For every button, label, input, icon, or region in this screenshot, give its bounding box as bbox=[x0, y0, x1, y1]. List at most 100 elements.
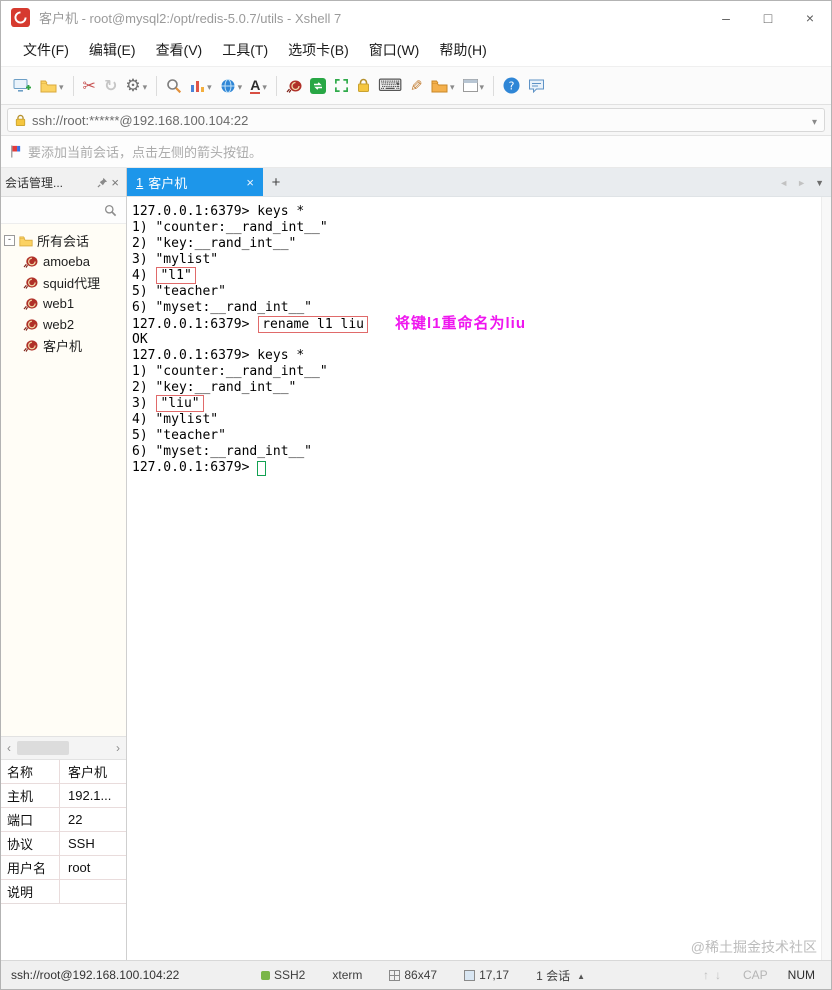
session-item[interactable]: amoeba bbox=[4, 251, 124, 272]
window-layout-button[interactable] bbox=[459, 72, 489, 100]
terminal-line: 2) "key:__rand_int__" bbox=[132, 236, 817, 252]
terminal-text: 2) "key:__rand_int__" bbox=[132, 380, 297, 395]
minimize-button[interactable]: – bbox=[705, 1, 747, 34]
terminal-text: 127.0.0.1:6379> keys * bbox=[132, 204, 305, 219]
session-manager-panel: 会话管理... 所有会话 amoeba bbox=[1, 168, 127, 960]
horizontal-scrollbar[interactable] bbox=[1, 736, 126, 760]
menu-item[interactable]: 选项卡(B) bbox=[278, 37, 359, 63]
protocol-icon bbox=[261, 970, 270, 980]
arrow-down-icon[interactable] bbox=[715, 968, 721, 982]
disconnect-button[interactable] bbox=[79, 72, 100, 100]
font-button[interactable] bbox=[246, 72, 271, 100]
reconnect-button[interactable] bbox=[100, 72, 121, 100]
search-icon[interactable] bbox=[104, 204, 117, 217]
menu-item[interactable]: 编辑(E) bbox=[79, 37, 146, 63]
lock-screen-button[interactable] bbox=[353, 72, 374, 100]
file-transfer-button[interactable] bbox=[427, 72, 459, 100]
status-session-count[interactable]: 1 会话 bbox=[536, 967, 585, 984]
menu-item[interactable]: 工具(T) bbox=[212, 37, 278, 63]
tab-close-icon[interactable] bbox=[232, 175, 254, 190]
terminal-text: 3) "mylist" bbox=[132, 252, 219, 267]
terminal-text: 127.0.0.1:6379> bbox=[132, 317, 258, 332]
help-icon: ? bbox=[503, 77, 520, 94]
session-tree-root[interactable]: 所有会话 bbox=[4, 230, 124, 251]
help-button[interactable]: ? bbox=[499, 72, 524, 100]
compose-button[interactable] bbox=[406, 72, 427, 100]
feedback-button[interactable] bbox=[524, 72, 549, 100]
body: 会话管理... 所有会话 amoeba bbox=[1, 168, 831, 960]
fullscreen-button[interactable] bbox=[330, 72, 353, 100]
terminal-text: 3) bbox=[132, 396, 156, 411]
menu-item[interactable]: 查看(V) bbox=[146, 37, 213, 63]
highlight-box: rename l1 liu bbox=[258, 316, 368, 333]
address-field[interactable]: ssh://root:******@192.168.100.104:22 bbox=[7, 108, 825, 132]
terminal-line: 127.0.0.1:6379> keys * bbox=[132, 204, 817, 220]
terminal-text: 4) "mylist" bbox=[132, 412, 219, 427]
grid-icon bbox=[389, 969, 401, 981]
scroll-right-icon[interactable] bbox=[110, 737, 126, 759]
new-xftp-button[interactable] bbox=[306, 72, 330, 100]
session-item-label: amoeba bbox=[43, 254, 90, 269]
window-controls: – □ × bbox=[705, 1, 831, 34]
terminal[interactable]: 127.0.0.1:6379> keys * 1) "counter:__ran… bbox=[127, 197, 831, 960]
session-item[interactable]: 客户机 bbox=[4, 335, 124, 356]
collapse-icon[interactable] bbox=[4, 235, 15, 246]
session-item[interactable]: web1 bbox=[4, 293, 124, 314]
arrow-up-icon[interactable] bbox=[703, 968, 709, 982]
bar-chart-icon bbox=[191, 80, 205, 92]
terminal-text: 4) bbox=[132, 268, 156, 283]
encoding-button[interactable] bbox=[216, 72, 247, 100]
chevron-down-icon bbox=[450, 77, 455, 95]
open-session-button[interactable] bbox=[36, 72, 68, 100]
highlight-box: "liu" bbox=[156, 395, 204, 412]
pin-icon[interactable] bbox=[97, 177, 108, 188]
session-properties-button[interactable] bbox=[121, 72, 151, 100]
session-item[interactable]: squid代理 bbox=[4, 272, 124, 293]
maximize-button[interactable]: □ bbox=[747, 1, 789, 34]
property-row: 主机 192.1... bbox=[1, 784, 126, 808]
session-manager-title: 会话管理... bbox=[5, 175, 64, 190]
tab-scroll-right-icon[interactable] bbox=[797, 173, 806, 191]
num-lock-indicator: NUM bbox=[787, 968, 815, 982]
panel-filler bbox=[1, 904, 126, 960]
flag-icon bbox=[11, 145, 21, 158]
find-button[interactable] bbox=[162, 72, 186, 100]
menu-item[interactable]: 帮助(H) bbox=[429, 37, 496, 63]
session-search-row[interactable] bbox=[1, 197, 126, 224]
window-icon bbox=[462, 79, 478, 92]
property-label: 协议 bbox=[1, 832, 60, 855]
property-value bbox=[60, 880, 126, 903]
quick-commands-button[interactable] bbox=[186, 72, 216, 100]
address-text: ssh://root:******@192.168.100.104:22 bbox=[32, 112, 249, 128]
tab-active[interactable]: 1 客户机 bbox=[127, 168, 263, 196]
session-item[interactable]: web2 bbox=[4, 314, 124, 335]
scrollbar-thumb[interactable] bbox=[17, 741, 69, 755]
session-tree: 所有会话 amoeba squid代理 bbox=[1, 224, 126, 736]
new-tab-button[interactable] bbox=[263, 168, 289, 196]
virtual-keyboard-button[interactable] bbox=[374, 72, 407, 100]
panel-close-icon[interactable] bbox=[108, 175, 122, 190]
close-button[interactable]: × bbox=[789, 1, 831, 34]
scroll-left-icon[interactable] bbox=[1, 737, 17, 759]
tab-list-icon[interactable] bbox=[815, 173, 824, 191]
menu-item[interactable]: 窗口(W) bbox=[359, 37, 430, 63]
tab-scroll-left-icon[interactable] bbox=[779, 173, 788, 191]
status-protocol-label: SSH2 bbox=[274, 968, 306, 982]
terminal-text: 1) "counter:__rand_int__" bbox=[132, 220, 328, 235]
launch-xagent-button[interactable] bbox=[282, 72, 306, 100]
terminal-scrollbar[interactable] bbox=[821, 197, 831, 960]
status-cursor-position: 17,17 bbox=[464, 968, 509, 982]
chevron-down-icon bbox=[238, 77, 243, 95]
property-value: SSH bbox=[68, 836, 95, 851]
menu-item[interactable]: 文件(F) bbox=[13, 37, 79, 63]
property-row: 协议 SSH bbox=[1, 832, 126, 856]
terminal-line: OK bbox=[132, 332, 817, 348]
chevron-down-icon bbox=[59, 77, 64, 95]
terminal-text: 127.0.0.1:6379> keys * bbox=[132, 348, 305, 363]
open-folder-icon bbox=[40, 80, 57, 92]
terminal-text: 6) "myset:__rand_int__" bbox=[132, 300, 313, 315]
session-properties-table: 名称 客户机 主机 192.1... 端口 22 协议 SSH 用户名 root… bbox=[1, 760, 126, 904]
address-dropdown-icon[interactable] bbox=[812, 113, 817, 128]
property-row: 说明 bbox=[1, 880, 126, 903]
new-session-button[interactable] bbox=[9, 72, 36, 100]
